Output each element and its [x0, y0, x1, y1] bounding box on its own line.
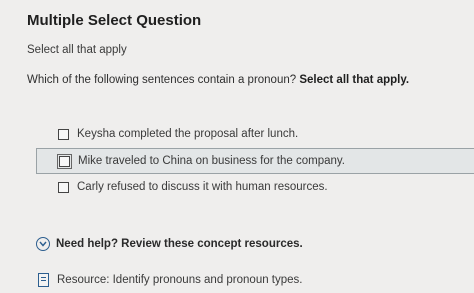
option-1[interactable]: Keysha completed the proposal after lunc…	[36, 122, 474, 146]
resource-label: Resource: Identify pronouns and pronoun …	[57, 274, 303, 286]
chevron-down-icon	[36, 237, 50, 251]
checkbox[interactable]	[58, 181, 69, 193]
question-emphasis: Select all that apply.	[299, 74, 410, 86]
question-text: Which of the following sentences contain…	[27, 74, 297, 86]
option-label: Keysha completed the proposal after lunc…	[77, 128, 299, 140]
question-prompt: Which of the following sentences contain…	[27, 74, 409, 86]
help-toggle[interactable]: Need help? Review these concept resource…	[36, 237, 303, 251]
question-type-title: Multiple Select Question	[27, 12, 202, 29]
checkbox[interactable]	[57, 153, 72, 169]
option-label: Mike traveled to China on business for t…	[78, 155, 345, 167]
help-label: Need help? Review these concept resource…	[56, 238, 303, 250]
instruction-text: Select all that apply	[27, 44, 127, 56]
document-icon	[38, 273, 49, 287]
option-label: Carly refused to discuss it with human r…	[77, 181, 328, 193]
option-3[interactable]: Carly refused to discuss it with human r…	[36, 175, 474, 199]
checkbox[interactable]	[58, 128, 69, 140]
resource-link[interactable]: Resource: Identify pronouns and pronoun …	[38, 273, 303, 287]
option-2[interactable]: Mike traveled to China on business for t…	[36, 148, 474, 174]
